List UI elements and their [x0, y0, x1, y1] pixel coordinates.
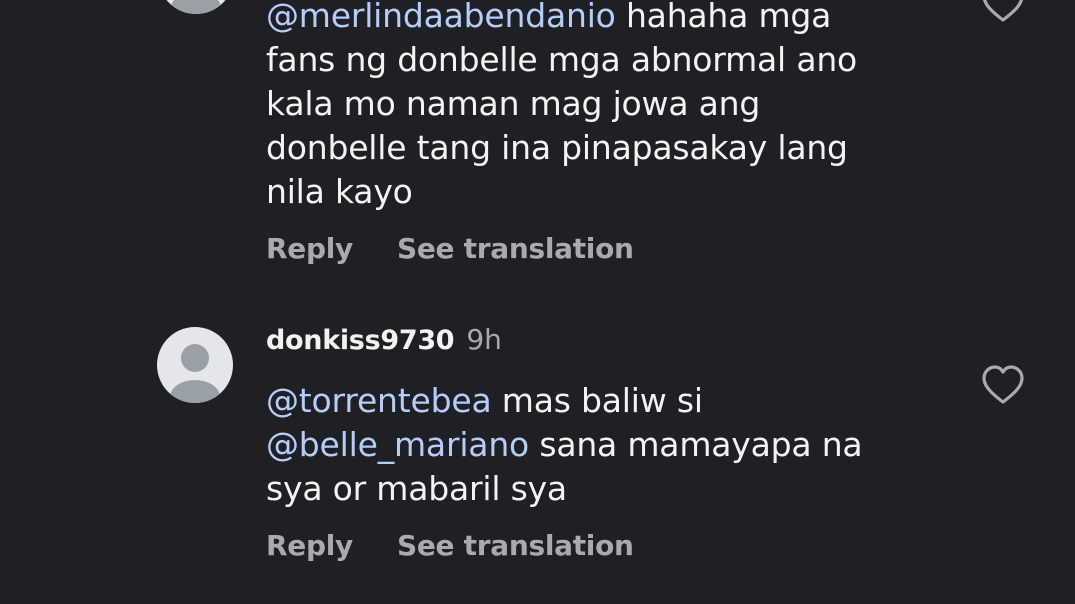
comment-timestamp: 9h: [466, 323, 502, 356]
comment-text-line: sana mamayapa na: [529, 425, 863, 464]
see-translation-button[interactable]: See translation: [397, 232, 634, 265]
comment-actions: Reply See translation: [266, 226, 946, 270]
comment-actions: Reply See translation: [266, 523, 946, 567]
avatar[interactable]: [158, 0, 234, 14]
comment-text-line: fans ng donbelle mga abnormal ano: [266, 40, 858, 79]
comment-meta: donkiss9730 9h: [266, 323, 946, 363]
default-avatar-icon: [170, 344, 220, 403]
heart-outline-icon[interactable]: [979, 362, 1027, 410]
see-translation-button[interactable]: See translation: [397, 529, 634, 562]
mention-link[interactable]: @merlindaabendanio: [266, 0, 616, 35]
mention-link[interactable]: @belle_mariano: [266, 425, 529, 464]
default-avatar-icon: [171, 0, 221, 14]
comment-text-line: hahaha mga: [615, 0, 832, 35]
username-link[interactable]: donkiss9730: [266, 325, 455, 356]
reply-button[interactable]: Reply: [266, 529, 353, 562]
reply-button[interactable]: Reply: [266, 232, 353, 265]
heart-outline-icon[interactable]: [979, 0, 1027, 28]
comment-text-line: nila kayo: [266, 172, 413, 211]
avatar[interactable]: [157, 327, 233, 403]
comment-text-line: mas baliw si: [491, 381, 703, 420]
comment-text: @torrentebea mas baliw si @belle_mariano…: [266, 379, 946, 511]
comment-text-line: donbelle tang ina pinapasakay lang: [266, 128, 848, 167]
comment-text: @merlindaabendanio hahaha mga fans ng do…: [266, 0, 946, 214]
comment-text-line: kala mo naman mag jowa ang: [266, 84, 761, 123]
comment-text-line: sya or mabaril sya: [266, 469, 567, 508]
mention-link[interactable]: @torrentebea: [266, 381, 492, 420]
